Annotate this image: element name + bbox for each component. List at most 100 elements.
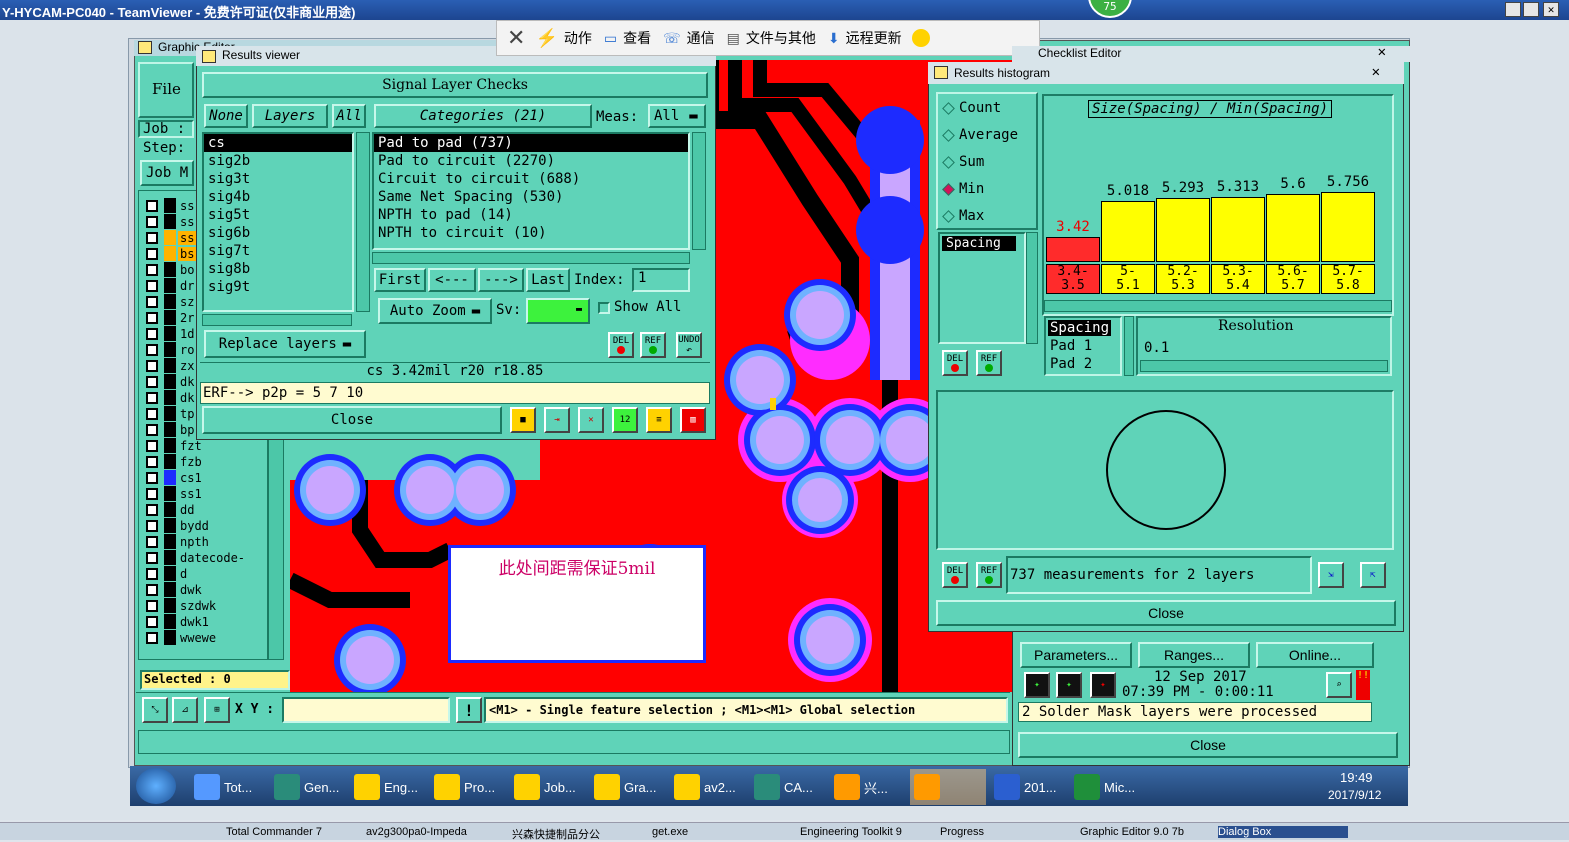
layer-checkbox[interactable] xyxy=(146,247,158,260)
resolution-slider[interactable] xyxy=(1140,360,1388,372)
taskbar-item[interactable]: Gra... xyxy=(590,769,666,805)
category-list-item[interactable]: Pad to circuit (2270) xyxy=(374,152,688,170)
layer-list-item[interactable]: sig9t xyxy=(204,278,352,296)
prev-button[interactable]: <--- xyxy=(428,268,476,292)
layer-checkbox[interactable] xyxy=(146,407,158,420)
auto-zoom-select[interactable]: Auto Zoom ▬ xyxy=(378,298,492,324)
report-icon[interactable]: 12 xyxy=(612,407,638,433)
taskbar-item[interactable]: 201... xyxy=(990,769,1066,805)
xy-input[interactable] xyxy=(282,697,450,723)
layer-checkbox[interactable] xyxy=(146,215,158,228)
layer-checkbox[interactable] xyxy=(146,311,158,324)
mode-option[interactable]: Average xyxy=(942,127,1018,143)
close-window-button[interactable]: ✕ xyxy=(1543,2,1559,17)
layer-row[interactable]: ss1 xyxy=(142,486,262,501)
layer-list-item[interactable]: sig5t xyxy=(204,206,352,224)
online-button[interactable]: Online... xyxy=(1256,642,1374,668)
layer-row[interactable]: fzt xyxy=(142,438,262,453)
taskbar-item[interactable]: 兴... xyxy=(830,769,906,805)
sv-select[interactable]: ▬ xyxy=(526,298,590,324)
export-icon[interactable]: ⇲ xyxy=(1318,562,1344,588)
layer-row[interactable]: szdwk xyxy=(142,598,262,613)
next-button[interactable]: ---> xyxy=(478,268,524,292)
histogram-bar[interactable] xyxy=(1156,198,1210,262)
mode-option[interactable]: Sum xyxy=(942,154,984,170)
taskbar-item[interactable]: Pro... xyxy=(430,769,506,805)
layer-checkbox[interactable] xyxy=(146,263,158,276)
index-input[interactable]: 1 xyxy=(632,268,690,292)
bar-range-cell[interactable]: 5.3- 5.4 xyxy=(1211,264,1265,294)
taskbar-item[interactable]: Tot... xyxy=(190,769,266,805)
spacing-item[interactable]: Spacing xyxy=(942,236,1016,251)
error-indicator[interactable]: !! xyxy=(1356,670,1370,700)
histogram-bar[interactable] xyxy=(1211,197,1265,262)
layer-list-item[interactable]: sig7t xyxy=(204,242,352,260)
taskbar-item[interactable] xyxy=(910,769,986,805)
meas-select[interactable]: All ▬ xyxy=(648,104,706,128)
histogram-close-button[interactable]: Close xyxy=(936,600,1396,626)
layer-row[interactable]: npth xyxy=(142,534,262,549)
host-taskbar-item[interactable]: Graphic Editor 9.0 7b xyxy=(1080,826,1210,838)
all-layers-button[interactable]: All xyxy=(332,104,366,128)
minimize-button[interactable] xyxy=(1505,2,1521,17)
histogram-close-icon[interactable]: ✕ xyxy=(1372,64,1380,80)
command-line[interactable] xyxy=(138,730,1010,754)
layer-checkbox[interactable] xyxy=(146,295,158,308)
layer-row[interactable]: bydd xyxy=(142,518,262,533)
layer-list-scrollbar[interactable] xyxy=(356,132,370,312)
actions-menu[interactable]: 动作 xyxy=(564,28,592,48)
layer-list-item[interactable]: sig6b xyxy=(204,224,352,242)
taskbar-item[interactable]: av2... xyxy=(670,769,746,805)
last-button[interactable]: Last xyxy=(526,268,570,292)
layer-list-item[interactable]: sig4b xyxy=(204,188,352,206)
histogram-bar[interactable] xyxy=(1266,194,1320,262)
layer-checkbox[interactable] xyxy=(146,519,158,532)
file-menu[interactable]: File xyxy=(152,80,181,98)
run-selected-icon[interactable]: ✦ xyxy=(1056,672,1082,698)
layer-row[interactable]: dwk xyxy=(142,582,262,597)
start-button[interactable] xyxy=(136,768,176,804)
replace-layers-button[interactable]: Replace layers ▬ xyxy=(204,330,366,358)
pad-list-item[interactable]: Pad 1 xyxy=(1048,338,1094,354)
taskbar-item[interactable]: Eng... xyxy=(350,769,426,805)
ref-icon[interactable]: REF xyxy=(640,332,666,358)
histogram-icon[interactable]: ▥ xyxy=(680,407,706,433)
close-session-icon[interactable]: ✕ xyxy=(507,25,525,51)
bar-range-cell[interactable]: 5.6- 5.7 xyxy=(1266,264,1320,294)
layer-checkbox[interactable] xyxy=(146,487,158,500)
layer-checkbox[interactable] xyxy=(146,199,158,212)
layer-list-item[interactable]: cs xyxy=(204,134,352,152)
exit-icon[interactable]: ⇥ xyxy=(544,407,570,433)
category-list-item[interactable]: Pad to pad (737) xyxy=(374,134,688,152)
view-menu[interactable]: 查看 xyxy=(623,28,651,48)
category-list-item[interactable]: NPTH to circuit (10) xyxy=(374,224,688,242)
results-layer-list[interactable]: cs sig2b sig3t sig4b sig5t sig6b sig7t sig8b sig… xyxy=(202,132,354,312)
layer-checkbox[interactable] xyxy=(146,567,158,580)
layer-list-hscrollbar[interactable] xyxy=(202,314,352,326)
histogram-hscrollbar[interactable] xyxy=(1044,300,1392,312)
categories-button[interactable]: Categories (21) xyxy=(374,104,592,128)
job-matrix-button[interactable]: Job M xyxy=(140,160,194,186)
host-taskbar-item[interactable]: Total Commander 7 xyxy=(226,826,356,838)
bar-range-cell[interactable]: 3.4- 3.5 xyxy=(1046,264,1100,294)
layer-checkbox[interactable] xyxy=(146,343,158,356)
preview-ref-icon[interactable]: REF xyxy=(976,562,1002,588)
del-icon[interactable]: DEL xyxy=(608,332,634,358)
run-icon[interactable]: ✦ xyxy=(1024,672,1050,698)
spacing-list[interactable]: Spacing xyxy=(938,232,1026,344)
notes-icon[interactable]: ≡ xyxy=(646,407,672,433)
files-menu[interactable]: 文件与其他 xyxy=(746,28,816,48)
layer-row[interactable]: dwk1 xyxy=(142,614,262,629)
restore-button[interactable] xyxy=(1523,2,1539,17)
preview-del-icon[interactable]: DEL xyxy=(942,562,968,588)
layer-checkbox[interactable] xyxy=(146,375,158,388)
layer-row[interactable]: fzb xyxy=(142,454,262,469)
host-taskbar-item[interactable]: get.exe xyxy=(652,826,782,838)
layer-checkbox[interactable] xyxy=(146,535,158,548)
spacing-scrollbar[interactable] xyxy=(1026,232,1038,344)
none-button[interactable]: None xyxy=(204,104,248,128)
stop-icon[interactable]: ✦ xyxy=(1090,672,1116,698)
show-all-checkbox[interactable] xyxy=(598,302,610,314)
layers-button[interactable]: Layers xyxy=(252,104,328,128)
pad-list-item[interactable]: Spacing xyxy=(1048,320,1112,336)
